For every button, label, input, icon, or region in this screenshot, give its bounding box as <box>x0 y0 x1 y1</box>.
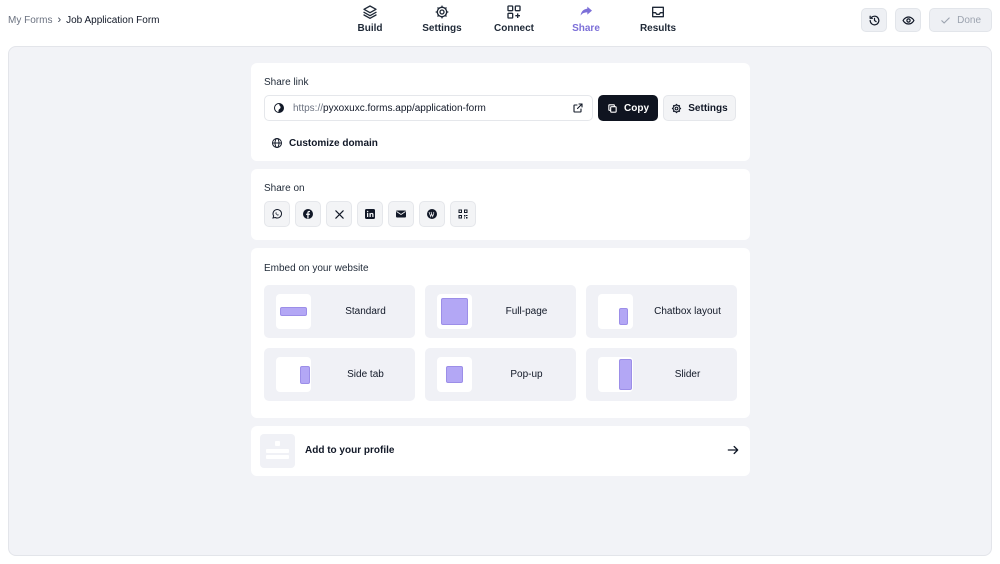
embed-option-label: Full-page <box>505 306 548 317</box>
facebook-icon <box>303 209 313 219</box>
link-settings-label: Settings <box>688 102 728 114</box>
embed-option-pop-up[interactable]: Pop-up <box>425 348 576 401</box>
tab-build-label: Build <box>357 23 383 34</box>
profile-placeholder-icon <box>266 441 289 459</box>
tab-share[interactable]: Share <box>550 4 622 40</box>
top-right-tools: Done <box>861 8 992 32</box>
copy-button[interactable]: Copy <box>598 95 658 121</box>
top-bar: My Forms › Job Application Form Build Se… <box>0 0 1000 44</box>
done-button[interactable]: Done <box>929 8 992 32</box>
breadcrumb-my-forms[interactable]: My Forms <box>8 15 52 26</box>
share-url-field[interactable]: https://pyxoxuxc.forms.app/application-f… <box>264 95 593 121</box>
customize-domain-label: Customize domain <box>289 137 378 149</box>
url-prefix: https:// <box>293 102 324 114</box>
embed-pop-up-preview <box>437 357 472 392</box>
copy-label: Copy <box>624 102 649 114</box>
embed-chatbox-preview <box>598 294 633 329</box>
share-wordpress-button[interactable] <box>419 201 445 227</box>
url-host: pyxoxuxc.forms.app/application-form <box>323 102 486 114</box>
embed-option-standard[interactable]: Standard <box>264 285 415 338</box>
x-icon <box>334 209 344 219</box>
link-settings-button[interactable]: Settings <box>663 95 736 121</box>
embed-option-label: Pop-up <box>510 369 543 380</box>
customize-domain-link[interactable]: Customize domain <box>271 137 378 149</box>
tab-connect-label: Connect <box>494 23 534 34</box>
whatsapp-icon <box>272 209 282 219</box>
email-icon <box>396 210 406 218</box>
tab-results-label: Results <box>639 23 677 34</box>
share-facebook-button[interactable] <box>295 201 321 227</box>
embed-options: Standard Full-page Chatbox layout Side t… <box>264 285 737 401</box>
tab-settings[interactable]: Settings <box>406 4 478 40</box>
embed-option-label: Chatbox layout <box>654 306 721 317</box>
check-icon <box>941 16 950 24</box>
tab-settings-label: Settings <box>422 23 462 34</box>
embed-full-page-preview <box>437 294 472 329</box>
tab-share-label: Share <box>572 23 600 34</box>
social-buttons <box>264 201 476 227</box>
share-whatsapp-button[interactable] <box>264 201 290 227</box>
gear-icon <box>672 103 682 113</box>
arrow-right-icon[interactable] <box>726 443 740 457</box>
preview-button[interactable] <box>895 8 922 32</box>
copy-icon <box>608 103 617 113</box>
embed-option-side-tab[interactable]: Side tab <box>264 348 415 401</box>
share-on-title: Share on <box>264 183 305 194</box>
globe-icon <box>272 138 282 148</box>
wordpress-icon <box>427 209 437 219</box>
share-linkedin-button[interactable] <box>357 201 383 227</box>
grid-plus-icon <box>507 5 521 19</box>
inbox-icon <box>652 6 664 18</box>
embed-option-label: Standard <box>345 306 386 317</box>
link-globe-icon <box>274 103 284 113</box>
share-link-card: Share link https://pyxoxuxc.forms.app/ap… <box>251 63 750 161</box>
share-x-button[interactable] <box>326 201 352 227</box>
breadcrumb: My Forms › Job Application Form <box>8 14 160 26</box>
share-on-card: Share on <box>251 169 750 240</box>
breadcrumb-current-form: Job Application Form <box>66 14 160 26</box>
tab-connect[interactable]: Connect <box>478 4 550 40</box>
embed-card: Embed on your website Standard Full-page… <box>251 248 750 418</box>
main-nav: Build Settings Connect Share Results <box>334 4 694 40</box>
share-email-button[interactable] <box>388 201 414 227</box>
profile-card-icon <box>260 434 295 468</box>
embed-title: Embed on your website <box>264 263 369 274</box>
history-button[interactable] <box>861 8 888 32</box>
share-canvas: Share link https://pyxoxuxc.forms.app/ap… <box>8 46 992 556</box>
embed-option-full-page[interactable]: Full-page <box>425 285 576 338</box>
embed-slider-preview <box>598 357 633 392</box>
tab-results[interactable]: Results <box>622 4 694 40</box>
done-label: Done <box>957 14 981 26</box>
external-link-icon[interactable] <box>572 102 584 114</box>
embed-side-tab-preview <box>276 357 311 392</box>
embed-option-label: Slider <box>674 369 701 380</box>
breadcrumb-separator: › <box>57 14 62 26</box>
share-arrow-icon <box>580 6 592 16</box>
qr-code-icon <box>458 209 468 219</box>
add-to-profile-card[interactable]: Add to your profile <box>251 426 750 476</box>
linkedin-icon <box>365 209 375 219</box>
embed-option-slider[interactable]: Slider <box>586 348 737 401</box>
embed-standard-preview <box>276 294 311 329</box>
embed-option-label: Side tab <box>347 369 384 380</box>
history-icon <box>869 15 880 25</box>
eye-icon <box>902 15 915 25</box>
embed-option-chatbox[interactable]: Chatbox layout <box>586 285 737 338</box>
share-link-title: Share link <box>264 77 309 88</box>
tab-build[interactable]: Build <box>334 4 406 40</box>
gear-icon <box>435 5 449 19</box>
add-to-profile-label: Add to your profile <box>305 445 395 456</box>
layers-icon <box>363 5 377 19</box>
share-qr-code-button[interactable] <box>450 201 476 227</box>
